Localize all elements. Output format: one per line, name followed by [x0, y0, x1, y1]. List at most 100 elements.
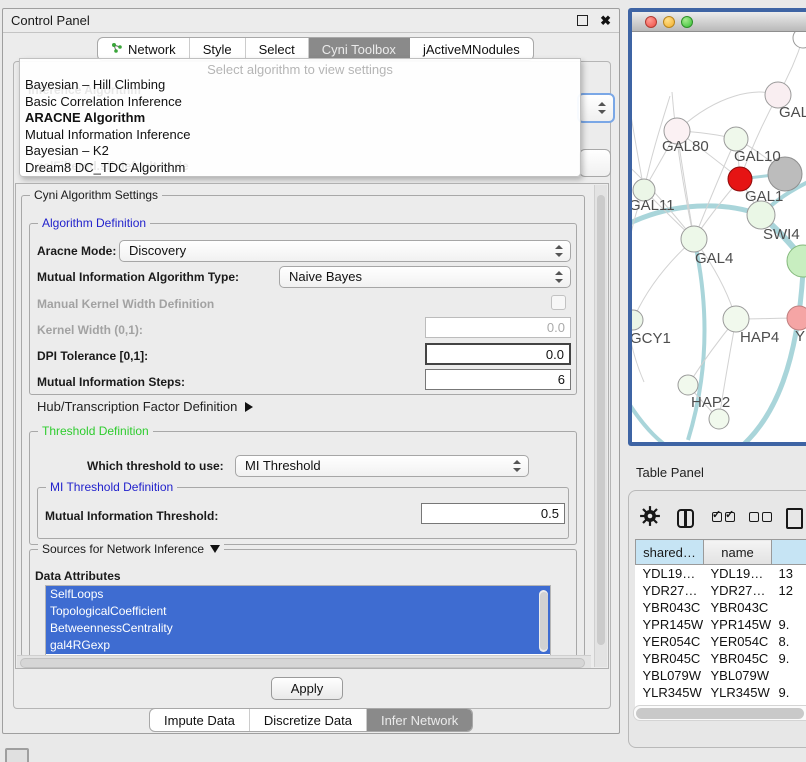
tab-impute-data[interactable]: Impute Data: [150, 709, 250, 731]
tab-infer-network-label: Infer Network: [381, 713, 458, 728]
manual-kernel-width-label: Manual Kernel Width Definition: [37, 297, 214, 311]
node-table: shared… name YDL19…YDL19…13YDR27…YDR27…1…: [635, 539, 806, 718]
which-threshold-value: MI Threshold: [245, 458, 321, 473]
list-item[interactable]: TopologicalCoefficient: [46, 603, 550, 620]
table-row[interactable]: YBR043CYBR043C: [636, 599, 806, 616]
document-icon[interactable]: [786, 508, 803, 529]
minimized-panel-icon[interactable]: [5, 748, 29, 762]
network-node[interactable]: [787, 306, 806, 330]
select-all-columns-icon[interactable]: [712, 509, 735, 527]
algorithm-selector-combobox-edge[interactable]: [577, 93, 615, 123]
tab-select[interactable]: Select: [246, 38, 309, 60]
columns-icon[interactable]: [677, 509, 694, 528]
tab-style[interactable]: Style: [190, 38, 246, 60]
spinner-arrows-icon: [513, 459, 521, 473]
manual-kernel-width-checkbox[interactable]: [551, 295, 566, 310]
scrollbar-thumb[interactable]: [20, 658, 585, 668]
minimize-traffic-light-icon[interactable]: [663, 16, 675, 28]
table-cell: YBR043C: [704, 599, 772, 616]
unselect-all-columns-icon[interactable]: [749, 509, 772, 527]
network-edge[interactable]: [632, 392, 692, 442]
network-node[interactable]: [681, 226, 707, 252]
scrollbar-thumb[interactable]: [540, 592, 548, 650]
horizontal-scrollbar[interactable]: [17, 655, 591, 668]
table-row[interactable]: YDL19…YDL19…13: [636, 565, 806, 583]
table-row[interactable]: YDR27…YDR27…12: [636, 582, 806, 599]
close-icon[interactable]: ✖: [600, 16, 611, 25]
table-row[interactable]: YER054CYER054C8.: [636, 633, 806, 650]
table-toolbar: [639, 503, 806, 533]
list-item[interactable]: SelfLoops: [46, 586, 550, 603]
control-panel-title: Control Panel: [11, 13, 90, 28]
control-panel-window: Control Panel ✖ Network Style: [2, 8, 620, 734]
network-node[interactable]: [678, 375, 698, 395]
dpi-tolerance-value: 0.0: [546, 347, 564, 362]
network-edge[interactable]: [728, 272, 803, 442]
close-traffic-light-icon[interactable]: [645, 16, 657, 28]
column-header-name[interactable]: name: [704, 540, 772, 565]
dropdown-item[interactable]: Dream8 DC_TDC Algorithm: [20, 160, 580, 177]
tab-jactivemnodules-label: jActiveMNodules: [423, 42, 520, 57]
scrollbar-thumb[interactable]: [597, 195, 605, 645]
tab-network[interactable]: Network: [98, 38, 190, 60]
gear-icon[interactable]: [639, 505, 661, 532]
list-scrollbar[interactable]: [539, 590, 548, 652]
node-label: GAL: [779, 104, 806, 121]
zoom-traffic-light-icon[interactable]: [681, 16, 693, 28]
mi-threshold-field[interactable]: 0.5: [421, 503, 565, 524]
data-attributes-list[interactable]: SelfLoops TopologicalCoefficient Between…: [45, 585, 551, 657]
network-node[interactable]: [787, 245, 806, 277]
dropdown-item[interactable]: Mutual Information Inference: [20, 127, 580, 144]
tab-discretize-data-label: Discretize Data: [264, 713, 352, 728]
tab-cyni-toolbox[interactable]: Cyni Toolbox: [309, 38, 410, 60]
which-threshold-combobox[interactable]: MI Threshold: [235, 455, 529, 477]
apply-button[interactable]: Apply: [271, 677, 343, 700]
dropdown-item[interactable]: Bayesian – Hill Climbing: [20, 77, 580, 94]
table-row[interactable]: YLR345WYLR345W9.: [636, 684, 806, 701]
network-node[interactable]: [709, 409, 729, 429]
tab-discretize-data[interactable]: Discretize Data: [250, 709, 367, 731]
mi-steps-label: Mutual Information Steps:: [37, 375, 185, 389]
node-label: HAP4: [740, 329, 779, 346]
network-selector-combobox-edge[interactable]: [579, 149, 611, 177]
network-node[interactable]: [632, 310, 643, 330]
dropdown-item[interactable]: Basic Correlation Inference: [20, 94, 580, 111]
group-title: Cyni Algorithm Settings: [30, 188, 162, 203]
list-item[interactable]: gal4RGexp: [46, 637, 550, 654]
dropdown-item-selected[interactable]: ARACNE Algorithm: [20, 110, 580, 127]
column-header-shared[interactable]: shared…: [636, 540, 704, 565]
tab-style-label: Style: [203, 42, 232, 57]
vertical-scrollbar[interactable]: [594, 185, 607, 667]
table-row[interactable]: YPR145WYPR145W9.: [636, 616, 806, 633]
tab-jactivemnodules[interactable]: jActiveMNodules: [410, 38, 533, 60]
kernel-width-field[interactable]: 0.0: [425, 317, 571, 338]
scrollbar-thumb[interactable]: [636, 708, 804, 719]
network-canvas[interactable]: GALGAL80GAL10GAL1GAL11SWI4GAL4GCY1HAP4YH…: [632, 32, 806, 442]
bottom-tabbar: Impute Data Discretize Data Infer Networ…: [149, 708, 473, 732]
float-window-icon[interactable]: [577, 15, 588, 26]
table-row[interactable]: YBR045CYBR045C9.: [636, 650, 806, 667]
mi-algorithm-type-combobox[interactable]: Naive Bayes: [279, 266, 571, 288]
dpi-tolerance-field[interactable]: 0.0: [425, 343, 571, 365]
algorithm-dropdown-popup: Select algorithm to view settings Infere…: [19, 58, 581, 177]
network-edge[interactable]: [633, 239, 694, 320]
table-horizontal-scrollbar[interactable]: [633, 705, 806, 721]
column-header-cut[interactable]: [772, 540, 806, 565]
group-title: MI Threshold Definition: [46, 480, 177, 495]
table-cell: YBR045C: [636, 650, 704, 667]
network-node[interactable]: [747, 201, 775, 229]
algorithm-dropdown-list: Bayesian – Hill Climbing Basic Correlati…: [20, 77, 580, 176]
network-node[interactable]: [793, 32, 806, 48]
expanded-arrow-icon[interactable]: [210, 545, 220, 553]
list-item[interactable]: BetweennessCentrality: [46, 620, 550, 637]
tab-infer-network[interactable]: Infer Network: [367, 709, 472, 731]
dropdown-item[interactable]: Bayesian – K2: [20, 143, 580, 160]
aracne-mode-combobox[interactable]: Discovery: [119, 240, 571, 262]
hub-definition-toggle[interactable]: Hub/Transcription Factor Definition: [37, 399, 253, 414]
spinner-arrows-icon: [555, 270, 563, 284]
mi-steps-field[interactable]: 6: [425, 369, 571, 390]
table-cell: 9.: [772, 650, 806, 667]
network-tab-icon: [111, 42, 123, 57]
table-row[interactable]: YBL079WYBL079W: [636, 667, 806, 684]
control-panel-titlebar: Control Panel ✖: [3, 9, 619, 33]
